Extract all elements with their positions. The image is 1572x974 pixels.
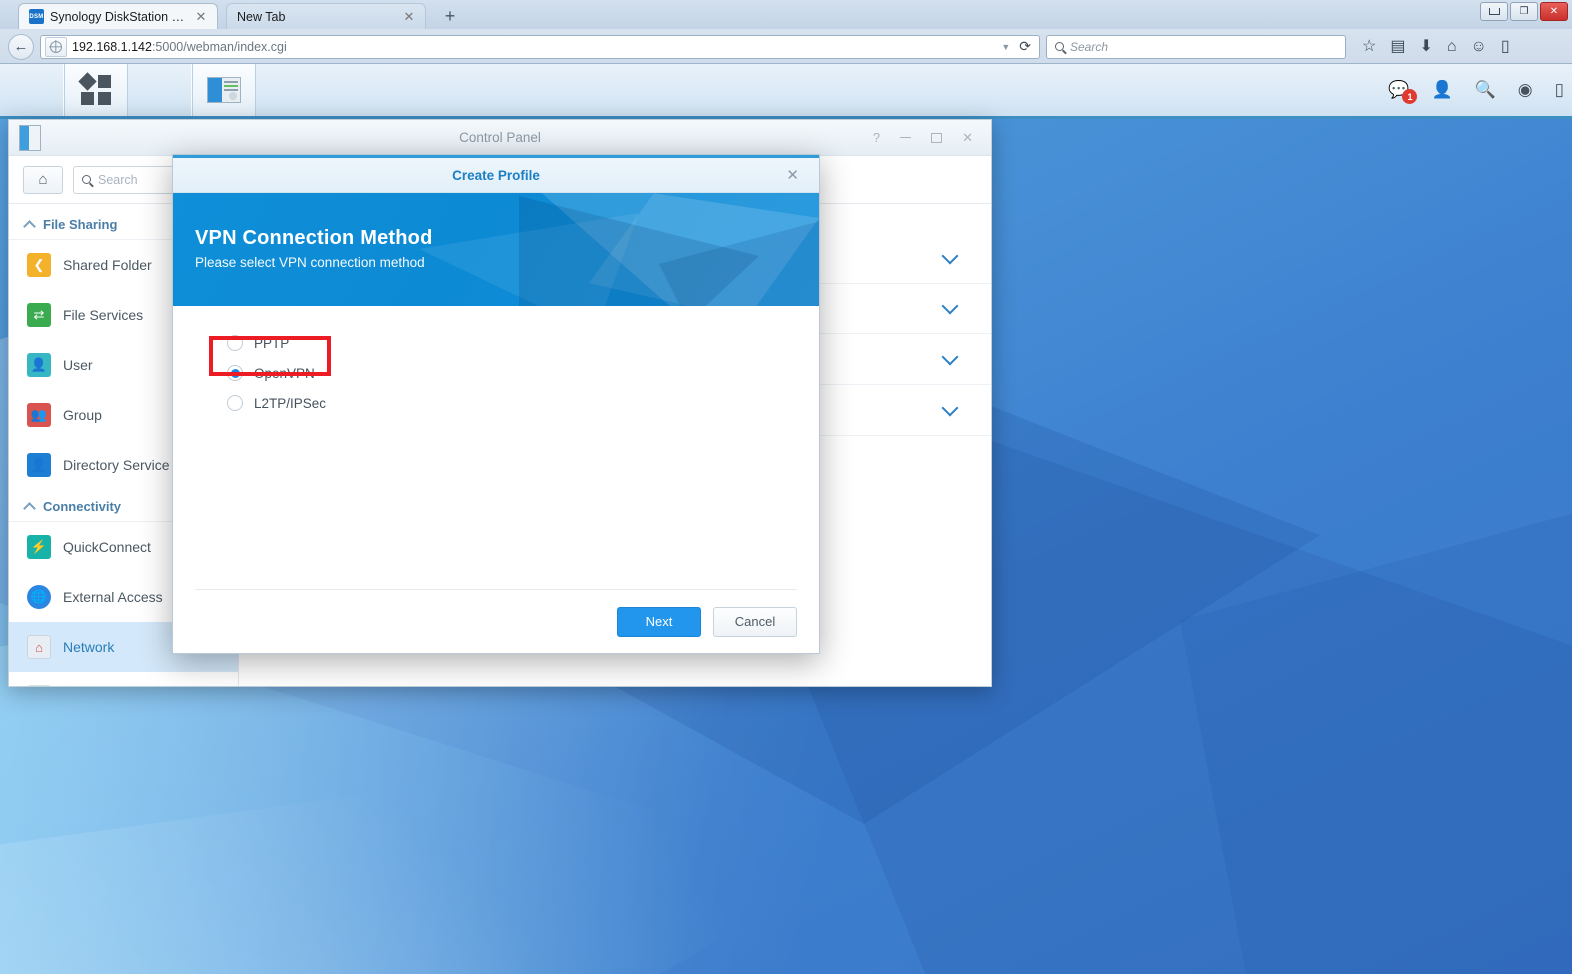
- back-icon[interactable]: ←: [8, 34, 34, 60]
- control-panel-icon: [207, 77, 241, 103]
- sidebar-item-label: External Access: [63, 589, 163, 605]
- search-icon: [1055, 42, 1064, 51]
- library-icon[interactable]: ▤: [1390, 39, 1405, 55]
- control-panel-titlebar[interactable]: Control Panel ? ✕: [9, 120, 991, 156]
- banner-text: VPN Connection Method Please select VPN …: [195, 227, 433, 270]
- sidebar-group-label: Connectivity: [43, 499, 121, 514]
- home-icon[interactable]: ⌂: [1447, 39, 1457, 55]
- wireless-icon: ≋: [27, 685, 51, 687]
- downloads-icon[interactable]: ⬇: [1419, 39, 1432, 55]
- sidebar-item-label: Network: [63, 639, 114, 655]
- chevron-up-icon: [23, 220, 36, 233]
- directory-service-icon: 👤: [27, 453, 51, 477]
- url-host: 192.168.1.142: [72, 40, 152, 54]
- browser-toolbar-icons: ☆ ▤ ⬇ ⌂ ☺ ▯: [1352, 39, 1510, 55]
- reload-icon[interactable]: ⟳: [1015, 38, 1035, 55]
- notification-icon[interactable]: 💬 1: [1388, 80, 1409, 100]
- dsm-favicon: DSM: [29, 9, 44, 24]
- chevron-down-icon[interactable]: [942, 349, 959, 366]
- sidebar-item-label: Group: [63, 407, 102, 423]
- bookmark-star-icon[interactable]: ☆: [1362, 39, 1376, 55]
- sidebar-item-label: Directory Service: [63, 457, 170, 473]
- window-controls: ❐ ✕: [1480, 2, 1568, 21]
- tab-title: New Tab: [237, 10, 395, 24]
- quickconnect-icon: ⚡: [27, 535, 51, 559]
- search-icon: [82, 175, 91, 184]
- dialog-content: PPTP OpenVPN L2TP/IPSec: [173, 306, 819, 589]
- close-icon[interactable]: ✕: [401, 9, 417, 25]
- grid-icon: [81, 75, 111, 105]
- radio-label: PPTP: [254, 336, 289, 351]
- sidebar-item-label: User: [63, 357, 93, 373]
- network-icon: ⌂: [27, 635, 51, 659]
- dialog-banner: VPN Connection Method Please select VPN …: [173, 193, 819, 306]
- search-placeholder: Search: [1070, 40, 1108, 54]
- radio-label: L2TP/IPSec: [254, 396, 326, 411]
- sidebar-item-wireless[interactable]: ≋ Wireless: [9, 672, 238, 687]
- taskbar-spacer: [0, 64, 64, 116]
- taskbar-tray: 💬 1 👤 🔍 ◉ ▯: [1388, 80, 1572, 100]
- banner-subheading: Please select VPN connection method: [195, 255, 433, 270]
- notification-badge: 1: [1402, 89, 1417, 104]
- url-bar[interactable]: 192.168.1.142:5000/webman/index.cgi ▼ ⟳: [40, 35, 1040, 59]
- chevron-down-icon[interactable]: [942, 400, 959, 417]
- dialog-titlebar[interactable]: Create Profile ✕: [173, 155, 819, 193]
- browser-chrome: DSM Synology DiskStation - Dis... ✕ New …: [0, 0, 1572, 64]
- radio-option-openvpn[interactable]: OpenVPN: [195, 358, 797, 388]
- radio-button[interactable]: [227, 335, 243, 351]
- home-button[interactable]: ⌂: [23, 166, 63, 194]
- chevron-down-icon[interactable]: [942, 298, 959, 315]
- search-icon[interactable]: 🔍: [1475, 80, 1496, 100]
- tab-title: Synology DiskStation - Dis...: [50, 10, 187, 24]
- close-button[interactable]: ✕: [1540, 2, 1568, 21]
- restore-button[interactable]: ❐: [1510, 2, 1538, 21]
- sidebar-item-label: Shared Folder: [63, 257, 152, 273]
- new-tab-icon[interactable]: +: [438, 5, 462, 27]
- taskbar-spacer: [128, 64, 192, 116]
- device-icon[interactable]: ▯: [1555, 80, 1564, 100]
- radio-button[interactable]: [227, 365, 243, 381]
- site-identity-icon[interactable]: [45, 37, 67, 57]
- radio-option-l2tp-ipsec[interactable]: L2TP/IPSec: [195, 388, 797, 418]
- browser-tabstrip: DSM Synology DiskStation - Dis... ✕ New …: [0, 0, 1572, 29]
- minimize-button[interactable]: [1480, 2, 1508, 21]
- sidebar-item-label: QuickConnect: [63, 539, 151, 555]
- main-menu-button[interactable]: [64, 64, 128, 116]
- url-path: :5000/webman/index.cgi: [152, 40, 287, 54]
- search-placeholder: Search: [98, 173, 138, 187]
- dsm-taskbar: 💬 1 👤 🔍 ◉ ▯: [0, 64, 1572, 119]
- radio-option-pptp[interactable]: PPTP: [195, 328, 797, 358]
- widget-icon[interactable]: ◉: [1518, 80, 1533, 100]
- dialog-title: Create Profile: [173, 168, 819, 183]
- sidebar-group-label: File Sharing: [43, 217, 117, 232]
- browser-tab-newtab[interactable]: New Tab ✕: [226, 3, 426, 29]
- chevron-down-icon[interactable]: ▼: [1001, 42, 1010, 52]
- url-text: 192.168.1.142:5000/webman/index.cgi: [72, 40, 996, 54]
- page-title: Control Panel: [9, 130, 991, 145]
- user-icon: 👤: [27, 353, 51, 377]
- radio-button[interactable]: [227, 395, 243, 411]
- chevron-up-icon: [23, 502, 36, 515]
- browser-tab-active[interactable]: DSM Synology DiskStation - Dis... ✕: [18, 3, 218, 29]
- next-button[interactable]: Next: [617, 607, 701, 637]
- taskbar-item-control-panel[interactable]: [192, 64, 256, 116]
- menu-icon[interactable]: ▯: [1501, 39, 1510, 55]
- radio-label: OpenVPN: [254, 366, 315, 381]
- sidebar-item-label: File Services: [63, 307, 143, 323]
- browser-search-input[interactable]: Search: [1046, 35, 1346, 59]
- chevron-down-icon[interactable]: [942, 248, 959, 265]
- browser-navbar: ← 192.168.1.142:5000/webman/index.cgi ▼ …: [0, 29, 1572, 64]
- dialog-footer: Next Cancel: [195, 589, 797, 653]
- shared-folder-icon: ❮: [27, 253, 51, 277]
- external-access-icon: 🌐: [27, 585, 51, 609]
- smiley-icon[interactable]: ☺: [1471, 39, 1487, 55]
- user-icon[interactable]: 👤: [1431, 80, 1452, 100]
- create-profile-dialog: Create Profile ✕ VPN Connection Method P…: [172, 154, 820, 654]
- close-icon[interactable]: ✕: [193, 9, 209, 25]
- globe-icon: [50, 41, 62, 53]
- file-services-icon: ⇄: [27, 303, 51, 327]
- banner-heading: VPN Connection Method: [195, 227, 433, 250]
- group-icon: 👥: [27, 403, 51, 427]
- cancel-button[interactable]: Cancel: [713, 607, 797, 637]
